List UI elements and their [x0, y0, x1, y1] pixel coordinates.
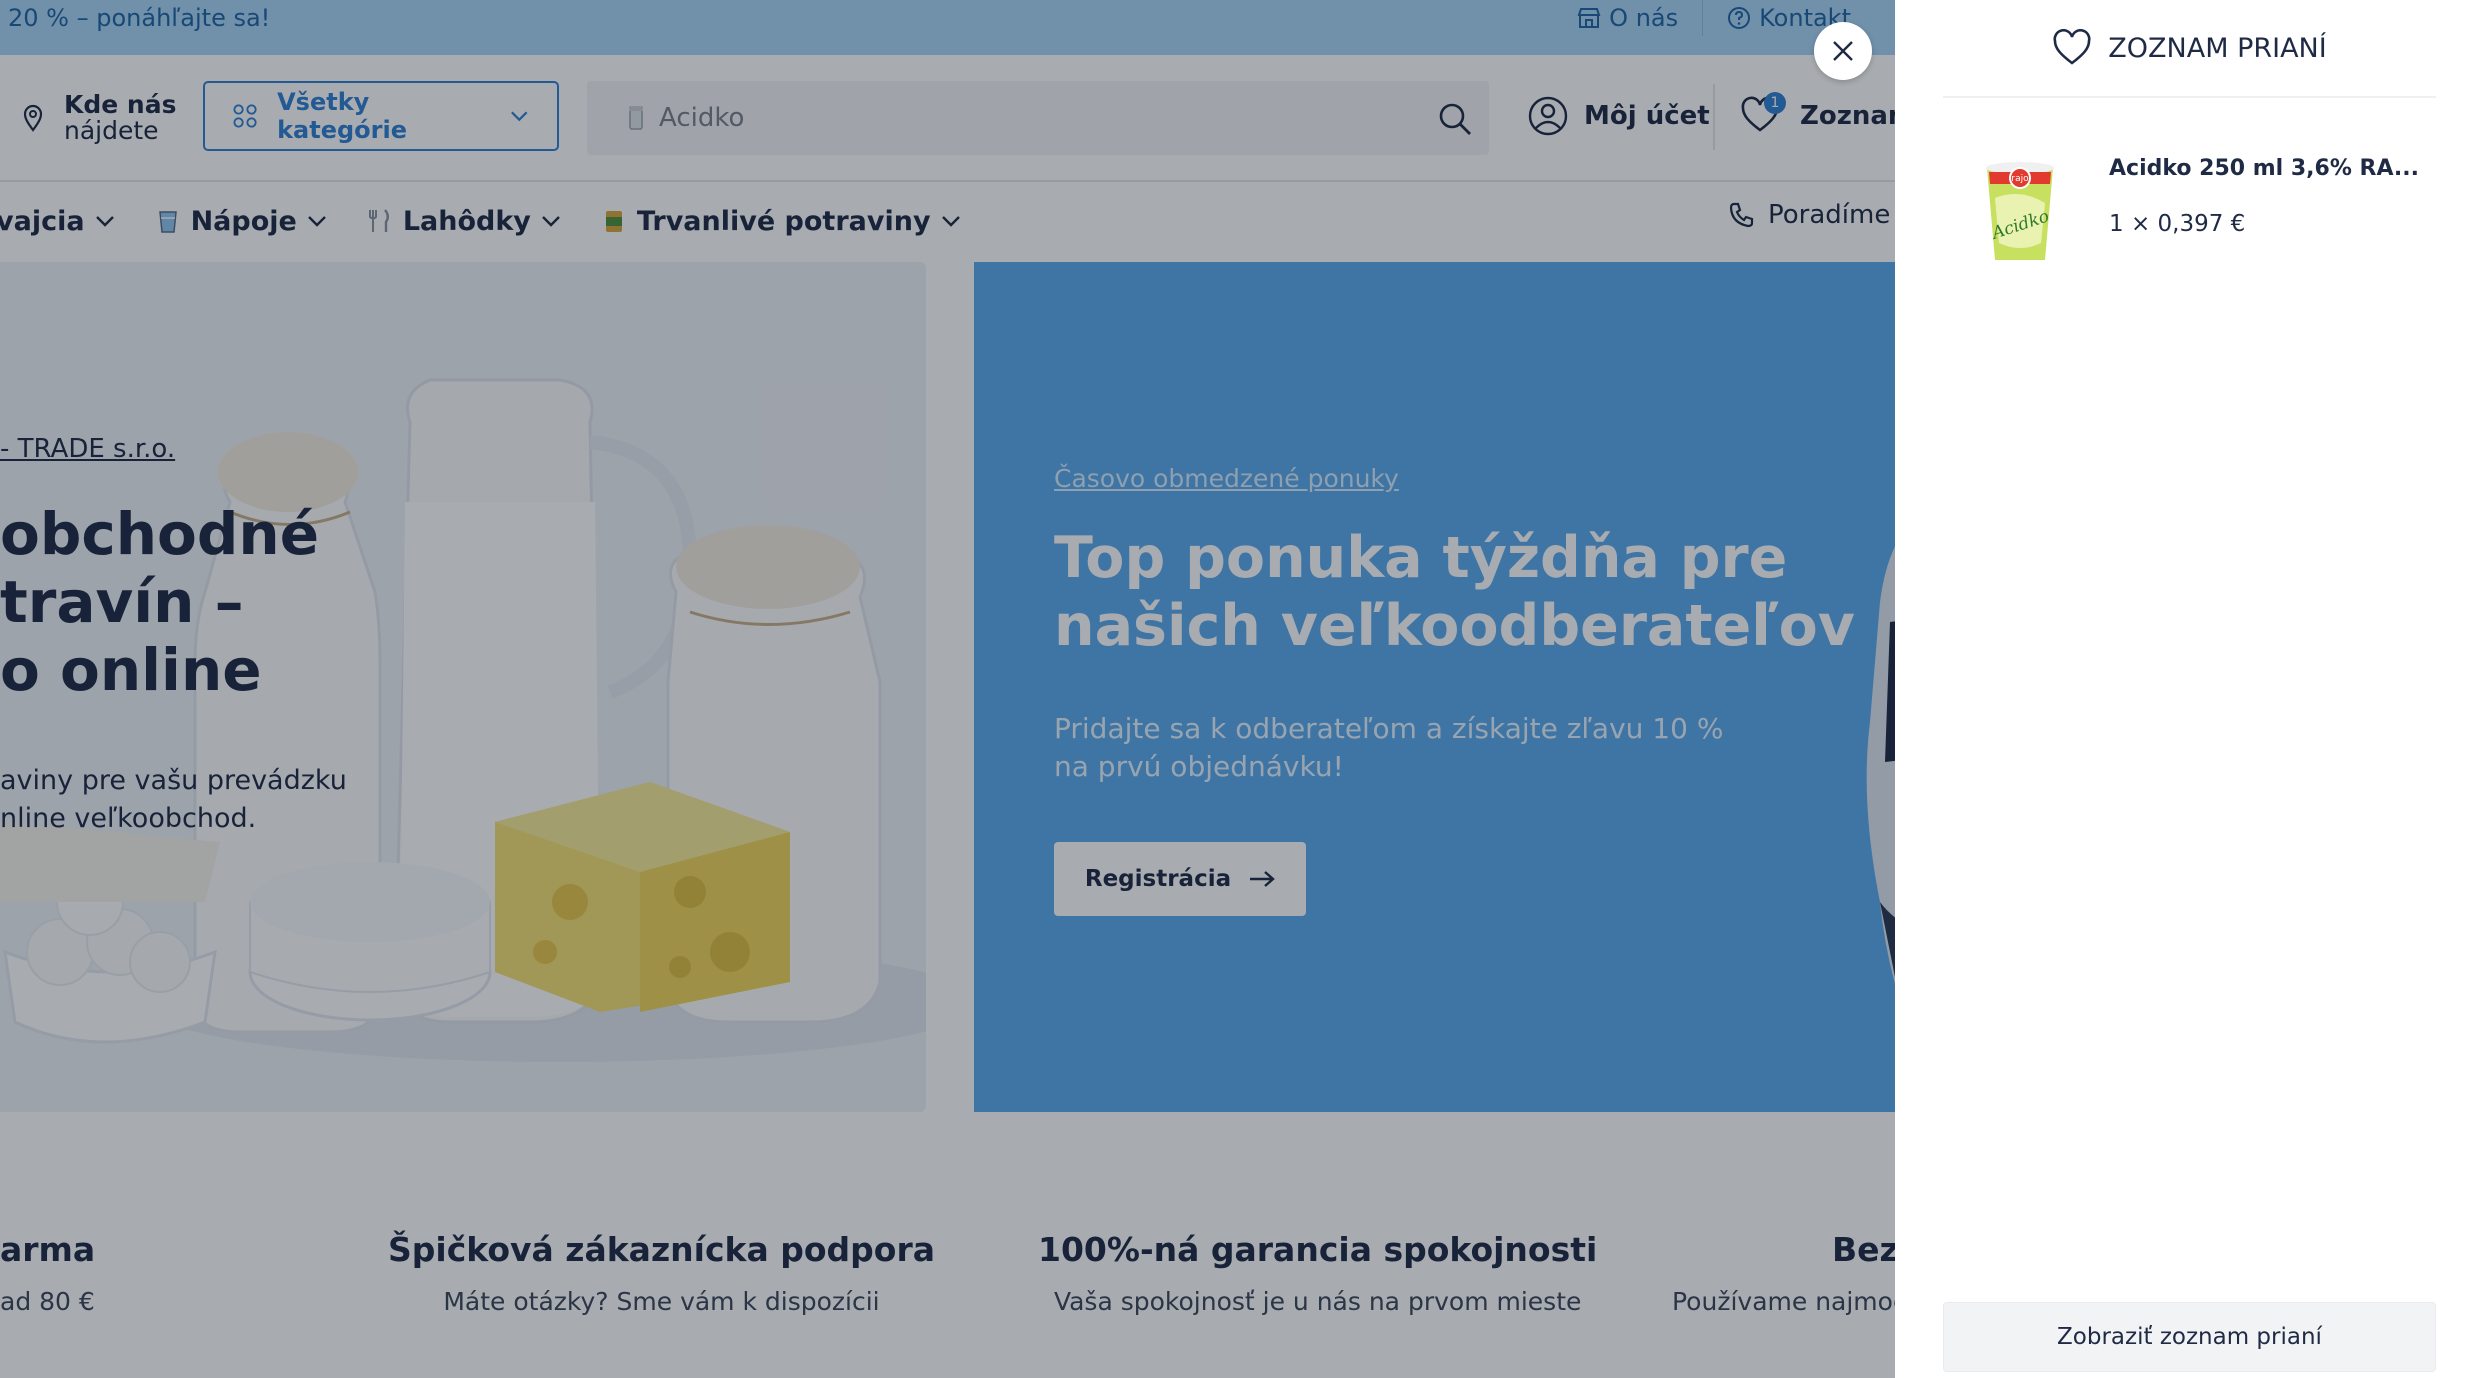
drawer-header: ZOZNAM PRIANÍ [1943, 0, 2436, 98]
close-drawer-button[interactable] [1814, 22, 1872, 80]
close-icon [1833, 41, 1853, 61]
wishlist-item-quantity-price: 1 × 0,397 € [2109, 211, 2246, 237]
wishlist-item[interactable]: rajo Acidko Acidko 250 ml 3,6% RA... 1 ×… [1975, 148, 2419, 268]
wishlist-item-info: Acidko 250 ml 3,6% RA... 1 × 0,397 € [2109, 148, 2419, 268]
product-brand-logo: rajo [2011, 174, 2029, 184]
product-thumbnail: rajo Acidko [1986, 162, 2054, 260]
wishlist-item-name[interactable]: Acidko 250 ml 3,6% RA... [2109, 156, 2419, 181]
view-wishlist-button[interactable]: Zobraziť zoznam prianí [1943, 1302, 2436, 1372]
drawer-title: ZOZNAM PRIANÍ [2108, 32, 2327, 64]
wishlist-drawer: ZOZNAM PRIANÍ rajo Acidko Acidko 250 ml … [1895, 0, 2482, 1378]
modal-backdrop[interactable] [0, 0, 1895, 1378]
heart-icon [2053, 29, 2091, 65]
view-wishlist-label: Zobraziť zoznam prianí [2057, 1324, 2322, 1350]
